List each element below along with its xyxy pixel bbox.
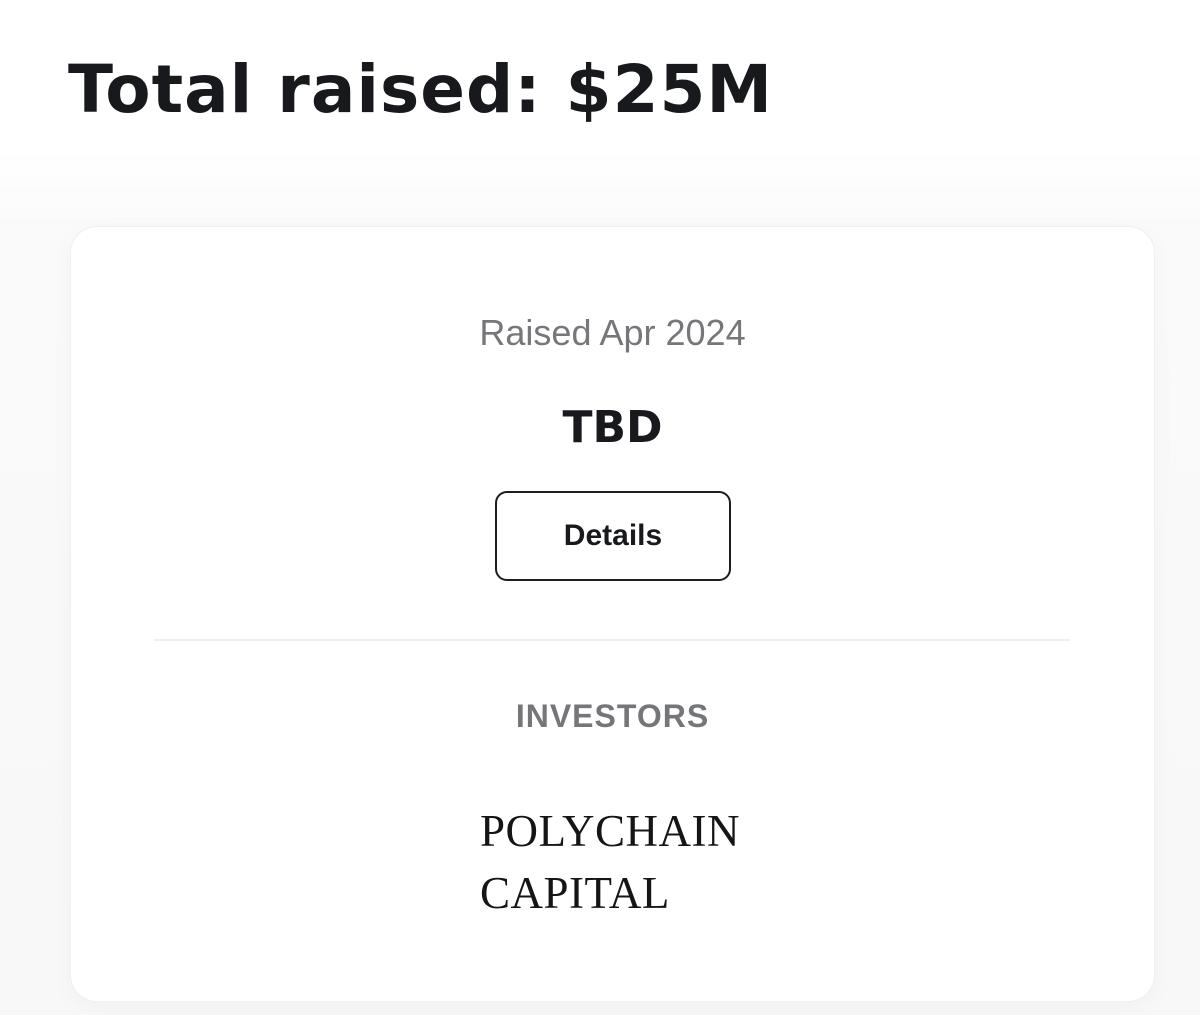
round-amount: TBD <box>562 402 663 453</box>
investor-logo-line: CAPITAL <box>480 868 670 918</box>
card-divider <box>154 639 1070 641</box>
round-date: Raised Apr 2024 <box>479 312 746 353</box>
total-raised-title: Total raised: $25M <box>68 51 774 128</box>
details-button[interactable]: Details <box>495 491 731 581</box>
funding-page: Total raised: $25M Raised Apr 2024 TBD D… <box>0 0 1200 1015</box>
investor-logo-line: POLYCHAIN <box>480 806 740 856</box>
funding-round-card: Raised Apr 2024 TBD Details INVESTORS PO… <box>71 227 1154 1001</box>
investors-heading: INVESTORS <box>515 698 710 734</box>
investor-logo-polychain[interactable]: POLYCHAIN CAPITAL <box>480 800 740 924</box>
